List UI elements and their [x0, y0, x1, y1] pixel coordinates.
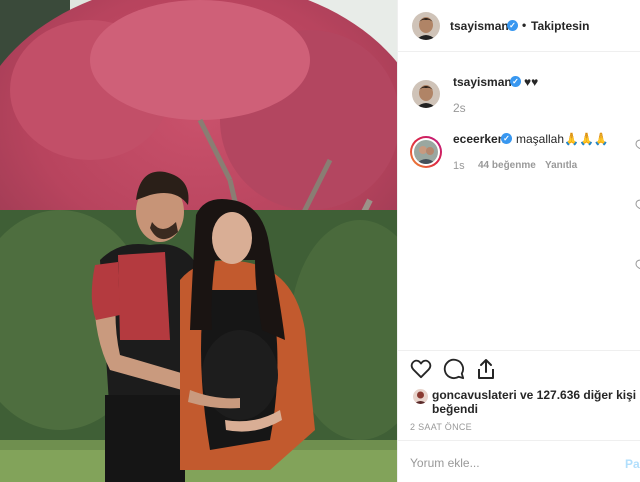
caption-avatar[interactable] [412, 80, 440, 108]
post-image [0, 0, 397, 482]
caption-time[interactable]: 2s [453, 101, 466, 115]
caption-text: ♥♥ [524, 75, 539, 89]
comment-input[interactable] [410, 452, 600, 474]
divider [398, 440, 640, 441]
likes-count[interactable]: ve 127.636 diğer kişi [520, 388, 636, 402]
follow-status-button[interactable]: Takiptesin [531, 19, 589, 33]
post-comment-button[interactable]: Pay [625, 457, 640, 471]
comment-like-heart-icon[interactable] [635, 138, 640, 150]
comment-icon[interactable] [443, 358, 465, 380]
verified-badge-icon: ✓ [507, 20, 518, 31]
liker-avatar[interactable] [413, 389, 428, 404]
caption-username[interactable]: tsayisman [453, 75, 512, 89]
heart-icon[interactable] [635, 198, 640, 210]
post-timestamp[interactable]: 2 SAAT ÖNCE [410, 422, 472, 432]
comment-time[interactable]: 1s [453, 160, 465, 172]
post-photo[interactable] [0, 0, 397, 482]
post-side-panel: tsayisman ✓ • Takiptesin tsayisman ✓ ♥♥ … [397, 0, 640, 482]
reply-button[interactable]: Yanıtla [545, 160, 577, 171]
post-header: tsayisman ✓ • Takiptesin [398, 0, 640, 52]
heart-icon[interactable] [635, 258, 640, 270]
share-icon[interactable] [476, 358, 496, 380]
heart-icon[interactable] [410, 359, 432, 379]
header-username[interactable]: tsayisman [450, 19, 509, 33]
header-separator: • [522, 18, 527, 32]
comment-avatar[interactable] [410, 136, 442, 168]
divider [398, 350, 640, 351]
avatar[interactable] [412, 12, 440, 40]
verified-badge-icon: ✓ [510, 76, 521, 87]
likes-suffix: beğendi [432, 402, 479, 416]
comment-likes[interactable]: 44 beğenme [478, 160, 536, 171]
verified-badge-icon: ✓ [501, 133, 512, 144]
comment-username[interactable]: eceerken [453, 132, 505, 146]
liker-username[interactable]: goncavuslateri [432, 388, 517, 402]
comment-text: maşallah🙏🙏🙏 [516, 132, 609, 146]
